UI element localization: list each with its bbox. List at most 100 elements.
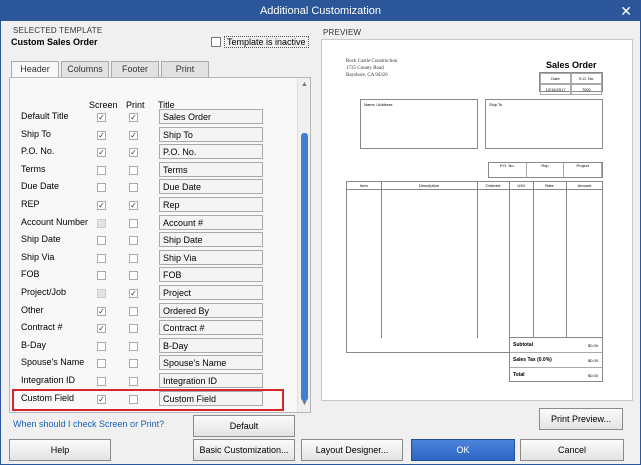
layout-designer-button[interactable]: Layout Designer... xyxy=(301,439,403,461)
screen-checkbox[interactable]: ✓ xyxy=(97,148,106,158)
screen-checkbox[interactable]: ✓ xyxy=(97,306,106,316)
title-field[interactable]: Integration ID xyxy=(159,372,263,388)
scroll-down-icon[interactable]: ▼ xyxy=(301,400,308,407)
title-field[interactable]: Terms xyxy=(159,161,263,177)
field-row: Ship Date Ship Date xyxy=(11,230,301,248)
po-header: P.O. No. xyxy=(489,163,527,177)
scroll-up-icon[interactable]: ▲ xyxy=(301,81,308,88)
print-checkbox[interactable]: ✓ xyxy=(129,130,138,140)
field-label: B-Day xyxy=(21,339,47,350)
rep-header: Rep xyxy=(527,163,565,177)
company-street: 1735 County Road xyxy=(346,66,384,71)
screen-checkbox[interactable]: ✓ xyxy=(97,130,106,140)
print-checkbox[interactable] xyxy=(129,306,138,316)
cancel-button[interactable]: Cancel xyxy=(520,439,624,461)
col-divider xyxy=(477,182,478,338)
screen-checkbox[interactable]: ✓ xyxy=(97,324,106,334)
print-checkbox[interactable] xyxy=(129,376,138,386)
tab-header[interactable]: Header xyxy=(11,61,59,78)
scrollbar[interactable]: ▲ ▼ xyxy=(297,78,310,412)
screen-checkbox[interactable] xyxy=(97,359,106,369)
title-field[interactable]: B-Day xyxy=(159,337,263,353)
print-checkbox[interactable]: ✓ xyxy=(129,113,138,122)
title-field[interactable]: Sales Order xyxy=(159,109,263,124)
print-checkbox[interactable] xyxy=(129,183,138,193)
print-checkbox[interactable] xyxy=(129,341,138,351)
amount-header: Amount xyxy=(577,183,592,188)
screen-checkbox[interactable] xyxy=(97,376,106,386)
print-checkbox[interactable] xyxy=(129,236,138,246)
title-field[interactable]: P.O. No. xyxy=(159,144,263,160)
screen-checkbox[interactable] xyxy=(97,271,106,281)
title-field[interactable]: Ship To xyxy=(159,126,263,142)
subtotal-row: Subtotal $0.00 xyxy=(510,338,602,353)
print-checkbox[interactable]: ✓ xyxy=(129,288,138,298)
scroll-thumb[interactable] xyxy=(301,133,308,401)
screen-checkbox[interactable]: ✓ xyxy=(97,200,106,210)
print-checkbox[interactable] xyxy=(129,324,138,334)
title-field[interactable]: Due Date xyxy=(159,179,263,195)
project-header: Project xyxy=(564,163,602,177)
subtotal-value: $0.00 xyxy=(587,343,598,348)
close-icon[interactable]: ✕ xyxy=(620,3,632,20)
field-row: REP ✓ ✓ Rep xyxy=(11,195,301,213)
field-row: P.O. No. ✓ ✓ P.O. No. xyxy=(11,142,301,160)
print-checkbox[interactable]: ✓ xyxy=(129,148,138,158)
print-checkbox[interactable]: ✓ xyxy=(129,200,138,210)
sales-tax-label: Sales Tax (0.0%) xyxy=(513,357,552,363)
tab-print[interactable]: Print xyxy=(161,61,209,77)
sales-tax-value: $0.00 xyxy=(587,358,598,363)
title-field[interactable]: Project xyxy=(159,284,263,300)
title-field[interactable]: Ship Via xyxy=(159,249,263,265)
screen-checkbox[interactable] xyxy=(97,253,106,263)
title-field[interactable]: Ordered By xyxy=(159,302,263,318)
title-field[interactable]: Contract # xyxy=(159,320,263,336)
total-value: $0.00 xyxy=(587,373,598,378)
screen-print-help-link[interactable]: When should I check Screen or Print? xyxy=(13,419,164,429)
ordered-header: Ordered xyxy=(485,183,501,188)
screen-checkbox[interactable]: ✓ xyxy=(97,113,106,122)
checkbox-icon[interactable] xyxy=(211,37,221,47)
screen-checkbox[interactable] xyxy=(97,341,106,351)
title-field[interactable]: Ship Date xyxy=(159,232,263,248)
tab-columns[interactable]: Columns xyxy=(61,61,109,77)
col-divider xyxy=(566,182,567,338)
default-button[interactable]: Default xyxy=(193,415,295,437)
template-name: Custom Sales Order xyxy=(11,37,98,47)
screen-checkbox[interactable] xyxy=(97,236,106,246)
company-city: Bayshore, CA 94326 xyxy=(346,73,388,78)
basic-customization-button[interactable]: Basic Customization... xyxy=(193,439,295,461)
help-button[interactable]: Help xyxy=(9,439,111,461)
field-row: Ship To ✓ ✓ Ship To xyxy=(11,125,301,143)
screen-checkbox[interactable] xyxy=(97,288,106,298)
print-checkbox[interactable] xyxy=(129,271,138,281)
po-rep-project-box: P.O. No. Rep Project xyxy=(488,162,603,178)
field-label: P.O. No. xyxy=(21,146,55,157)
print-checkbox[interactable] xyxy=(129,253,138,263)
field-label: Terms xyxy=(21,163,46,174)
field-row: Project/Job ✓ Project xyxy=(11,283,301,301)
title-field[interactable]: Spouse's Name xyxy=(159,355,263,371)
company-name: Rock Castle Construction xyxy=(346,59,398,64)
tab-bar: Header Columns Footer Print xyxy=(11,61,211,78)
print-checkbox[interactable] xyxy=(129,218,138,228)
screen-checkbox[interactable] xyxy=(97,165,106,175)
title-field[interactable]: FOB xyxy=(159,267,263,283)
template-inactive-checkbox[interactable]: Template is inactive xyxy=(211,36,309,48)
title-field[interactable]: Rep xyxy=(159,196,263,212)
rate-header: Rate xyxy=(545,183,554,188)
field-row: Default Title ✓ ✓ Sales Order xyxy=(11,107,301,125)
field-label: REP xyxy=(21,198,40,209)
print-preview-button[interactable]: Print Preview... xyxy=(539,408,623,430)
field-label: Account Number xyxy=(21,216,89,227)
screen-checkbox[interactable] xyxy=(97,183,106,193)
print-checkbox[interactable] xyxy=(129,165,138,175)
preview-label: PREVIEW xyxy=(323,28,362,37)
field-label: Ship Via xyxy=(21,251,55,262)
ok-button[interactable]: OK xyxy=(411,439,515,461)
tab-footer[interactable]: Footer xyxy=(111,61,159,77)
col-divider xyxy=(381,182,382,338)
print-checkbox[interactable] xyxy=(129,359,138,369)
screen-checkbox[interactable] xyxy=(97,218,106,228)
title-field[interactable]: Account # xyxy=(159,214,263,230)
